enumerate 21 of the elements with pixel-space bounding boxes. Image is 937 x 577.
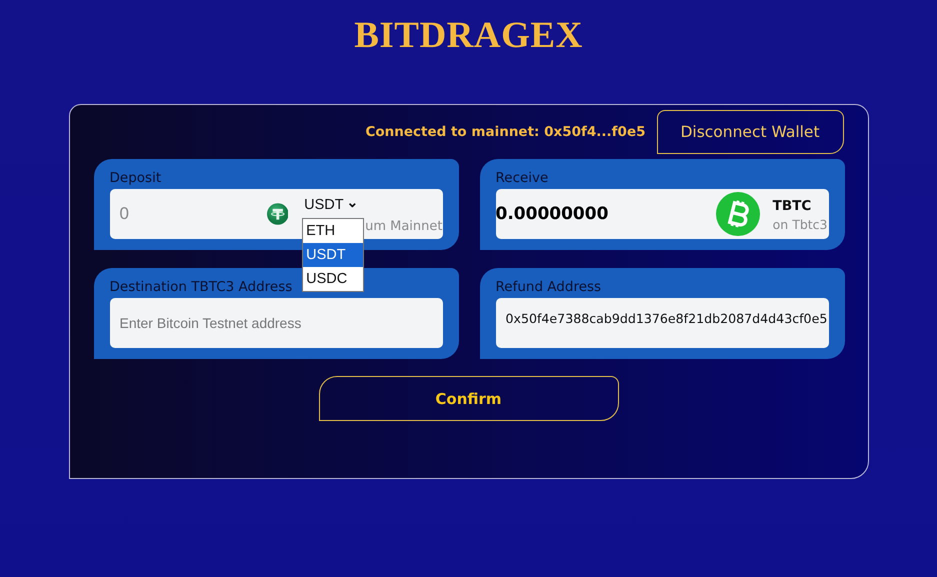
panel-label: Destination TBTC3 Address <box>110 279 294 295</box>
amount-input[interactable]: 0 <box>110 203 266 225</box>
address-input[interactable]: Enter Bitcoin Testnet address <box>110 298 442 348</box>
token-option[interactable]: USDC <box>303 267 364 291</box>
disconnect-wallet-button[interactable]: Disconnect Wallet <box>656 110 844 154</box>
caret-icon: ⌄ <box>346 198 359 206</box>
logo: BITDRAGEX <box>354 14 583 58</box>
bitcoin-icon <box>716 192 760 236</box>
token-option[interactable]: ETH <box>303 219 364 243</box>
panel-label: Receive <box>496 170 550 186</box>
network-label: um Mainnet <box>365 219 442 234</box>
token-select[interactable]: USDT ⌄ <box>302 195 442 215</box>
network-label: on Tbtc3 <box>772 217 828 232</box>
refund-address-value: 0x50f4e7388cab9dd1376e8f21db2087d4d43cf0e5 <box>504 311 828 326</box>
confirm-button[interactable]: Confirm <box>318 376 618 421</box>
token-name: TBTC <box>772 198 812 214</box>
token-option[interactable]: USDT <box>303 243 364 267</box>
panel-label: Refund Address <box>496 279 602 295</box>
panel-label: Deposit <box>110 170 162 186</box>
receive-amount: 0.00000000 <box>496 204 610 224</box>
connection-status: Connected to mainnet: 0x50f4...f0e5 <box>365 124 646 140</box>
